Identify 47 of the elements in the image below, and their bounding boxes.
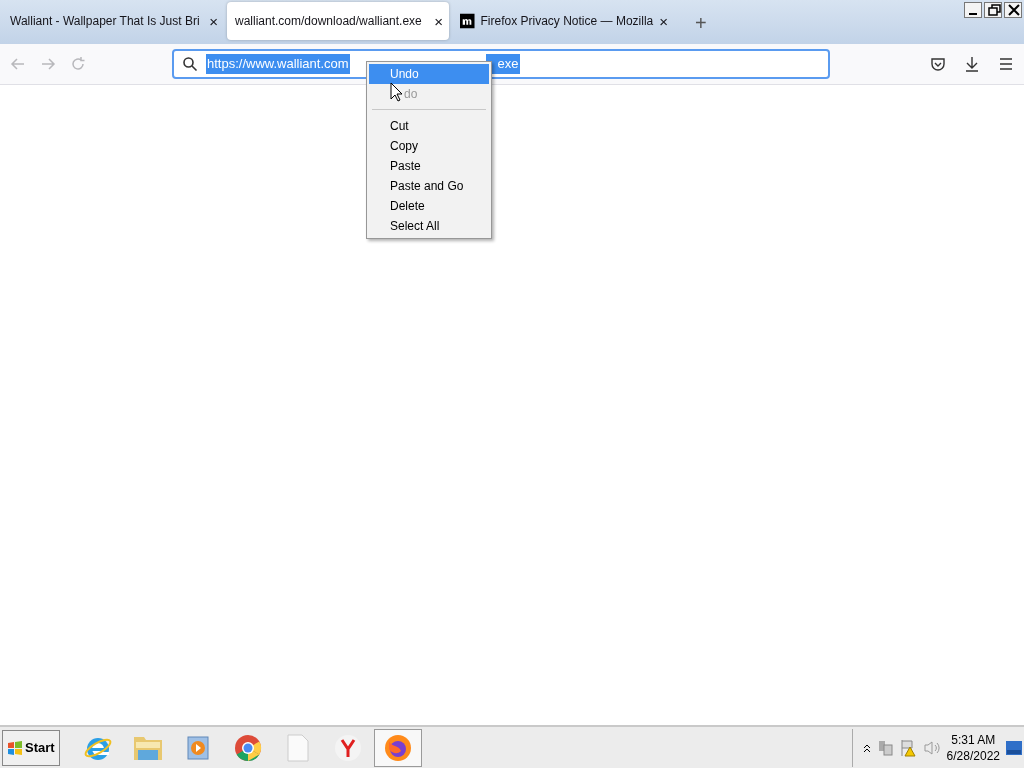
close-icon[interactable]: ×	[209, 13, 218, 29]
menu-icon[interactable]	[998, 56, 1014, 72]
close-icon	[1005, 2, 1021, 18]
restore-icon	[985, 2, 1001, 18]
tab-title: walliant.com/download/walliant.exe	[235, 13, 423, 30]
taskbar-button[interactable]	[373, 728, 422, 767]
site-icon	[460, 13, 475, 29]
browser-tab[interactable]: Walliant - Wallpaper That Is Just Bri ×	[2, 2, 224, 40]
forward-icon[interactable]	[40, 56, 56, 72]
mouse-cursor-icon	[390, 82, 403, 102]
menu-item[interactable]: Cut	[369, 116, 489, 136]
tab-title: Firefox Privacy Notice — Mozilla	[480, 13, 654, 30]
download-icon[interactable]	[964, 56, 980, 72]
network-icon[interactable]	[876, 739, 893, 756]
pocket-icon[interactable]	[930, 56, 946, 72]
start-button[interactable]: Start	[2, 729, 60, 766]
tab-title: Walliant - Wallpaper That Is Just Bri	[10, 13, 201, 30]
taskbar-clock[interactable]: 5:31 AM 6/28/2022	[946, 731, 1000, 764]
menu-item[interactable]: Paste	[369, 156, 489, 176]
speaker-icon[interactable]	[922, 739, 941, 756]
clock-date: 6/28/2022	[946, 747, 1000, 764]
show-desktop-icon[interactable]	[1006, 740, 1022, 755]
chevron-up-icon[interactable]	[862, 742, 871, 753]
menu-item[interactable]: Paste and Go	[369, 176, 489, 196]
document-icon	[285, 733, 310, 762]
close-icon[interactable]: ×	[434, 13, 443, 29]
browser-tab[interactable]: Firefox Privacy Notice — Mozilla ×	[452, 2, 674, 40]
menu-item[interactable]: Delete	[369, 196, 489, 216]
browser-tab[interactable]: walliant.com/download/walliant.exe ×	[227, 2, 449, 40]
menu-item[interactable]: Copy	[369, 136, 489, 156]
search-icon	[182, 56, 198, 72]
new-tab-button[interactable]: +	[689, 12, 713, 34]
chrome-icon	[232, 732, 263, 763]
url-text: https://www.walliant.com	[206, 54, 350, 74]
minimize-button[interactable]	[964, 2, 982, 18]
minimize-icon	[969, 13, 977, 15]
menu-item[interactable]: Select All	[369, 216, 489, 236]
restore-button[interactable]	[984, 2, 1002, 18]
close-button[interactable]	[1004, 2, 1022, 18]
y-letter-icon	[333, 733, 362, 762]
flag-warning-icon[interactable]	[898, 738, 917, 757]
reload-icon[interactable]	[70, 56, 86, 72]
firefox-icon	[382, 732, 413, 763]
windows-logo-icon	[7, 739, 23, 756]
close-icon[interactable]: ×	[659, 13, 668, 29]
back-icon[interactable]	[10, 56, 26, 72]
clock-time: 5:31 AM	[950, 731, 997, 748]
